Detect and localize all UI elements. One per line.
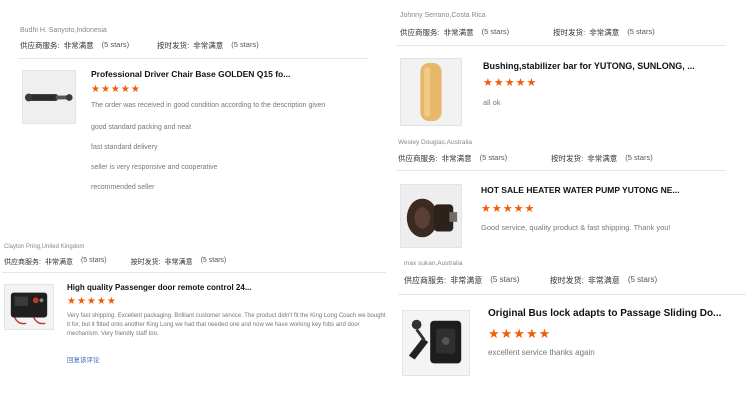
- rating-stars: ★★★★★: [488, 326, 552, 341]
- review-line-3: fast standard delivery: [91, 144, 158, 151]
- shipping-value: 非常满意: [587, 276, 620, 285]
- divider: [18, 58, 368, 59]
- supplier-service-stars: (5 stars): [481, 27, 510, 36]
- water-pump-icon: [401, 185, 461, 247]
- supplier-service-stars: (5 stars): [80, 257, 107, 264]
- divider: [396, 45, 726, 46]
- product-title-link[interactable]: Professional Driver Chair Base GOLDEN Q1…: [91, 69, 341, 79]
- door-lock-icon: [403, 311, 469, 375]
- ratings-row: 供应商服务: 非常满意 (5 stars) 按时发货: 非常满意 (5 star…: [404, 275, 657, 286]
- supplier-service-value: 非常满意: [44, 259, 73, 266]
- supplier-service-stars: (5 stars): [101, 40, 130, 49]
- bushing-icon: [401, 59, 461, 125]
- supplier-service-value: 非常满意: [450, 276, 483, 285]
- ratings-row: 供应商服务: 非常满意 (5 stars) 按时发货: 非常满意 (5 star…: [398, 153, 653, 164]
- review-card-3: Johnny Serrano,Costa Rica 供应商服务: 非常满意 (5…: [392, 0, 750, 135]
- rating-stars: ★★★★★: [91, 84, 141, 95]
- review-text: all ok: [483, 98, 501, 107]
- reviewer-name: Johnny Serrano,Costa Rica: [400, 12, 486, 19]
- reviewer-name: Wesley Douglas,Australia: [398, 139, 472, 146]
- shipping-stars: (5 stars): [627, 275, 658, 284]
- shipping-label: 按时发货:: [130, 259, 161, 266]
- shipping-value: 非常满意: [164, 259, 193, 266]
- rating-stars: ★★★★★: [67, 296, 117, 307]
- product-thumbnail[interactable]: [22, 70, 76, 124]
- review-card-5: max sukan,Australia 供应商服务: 非常满意 (5 stars…: [396, 258, 750, 400]
- supplier-service-value: 非常满意: [443, 28, 474, 37]
- shipping-value: 非常满意: [193, 41, 224, 50]
- review-line-5: recommended seller: [91, 184, 155, 191]
- divider: [2, 272, 386, 273]
- rating-stars: ★★★★★: [483, 77, 538, 89]
- supplier-service-label: 供应商服务:: [404, 276, 447, 285]
- reviewer-name: Clayton Pring,United Kingdom: [4, 244, 85, 250]
- rating-stars: ★★★★★: [481, 203, 536, 215]
- shipping-value: 非常满意: [589, 28, 620, 37]
- review-card-1: Budhi H. Sanyoto,Indonesia 供应商服务: 非常满意 (…: [0, 0, 372, 236]
- review-text: excellent service thanks again: [488, 348, 595, 357]
- divider: [396, 170, 726, 171]
- review-line-4: seller is very responsive and cooperativ…: [91, 164, 218, 171]
- shipping-value: 非常满意: [587, 154, 618, 163]
- product-title-link[interactable]: Original Bus lock adapts to Passage Slid…: [488, 308, 738, 319]
- product-title-link[interactable]: High quality Passenger door remote contr…: [67, 283, 307, 292]
- product-title-link[interactable]: HOT SALE HEATER WATER PUMP YUTONG NE...: [481, 185, 711, 195]
- reviewer-name: max sukan,Australia: [404, 260, 463, 267]
- review-text: Good service, quality product & fast shi…: [481, 223, 671, 232]
- ratings-row: 供应商服务: 非常满意 (5 stars) 按时发货: 非常满意 (5 star…: [4, 257, 226, 267]
- shipping-label: 按时发货:: [157, 41, 190, 50]
- divider: [398, 294, 746, 295]
- product-thumbnail[interactable]: [4, 284, 54, 330]
- product-title-link[interactable]: Bushing,stabilizer bar for YUTONG, SUNLO…: [483, 61, 713, 71]
- shipping-label: 按时发货:: [549, 276, 584, 285]
- review-line-1: The order was received in good condition…: [91, 102, 326, 109]
- supplier-service-label: 供应商服务:: [398, 154, 438, 163]
- shock-absorber-icon: [23, 71, 75, 123]
- ratings-row: 供应商服务: 非常满意 (5 stars) 按时发货: 非常满意 (5 star…: [20, 40, 259, 51]
- review-card-4: Wesley Douglas,Australia 供应商服务: 非常满意 (5 …: [392, 136, 750, 256]
- ratings-row: 供应商服务: 非常满意 (5 stars) 按时发货: 非常满意 (5 star…: [400, 27, 655, 38]
- review-text: Very fast shipping. Excellent packaging.…: [67, 313, 386, 337]
- review-card-2: Clayton Pring,United Kingdom 供应商服务: 非常满意…: [0, 240, 390, 400]
- shipping-label: 按时发货:: [553, 28, 586, 37]
- supplier-service-value: 非常满意: [63, 41, 94, 50]
- shipping-stars: (5 stars): [200, 257, 227, 264]
- product-thumbnail[interactable]: [400, 184, 462, 248]
- shipping-label: 按时发货:: [551, 154, 584, 163]
- review-line-2: good standard packing and neat: [91, 124, 192, 131]
- reviewer-name: Budhi H. Sanyoto,Indonesia: [20, 27, 107, 34]
- reply-link[interactable]: 回复该评论: [67, 354, 100, 364]
- shipping-stars: (5 stars): [627, 27, 655, 36]
- remote-control-box-icon: [5, 285, 53, 329]
- shipping-stars: (5 stars): [231, 40, 259, 49]
- supplier-service-stars: (5 stars): [479, 153, 508, 162]
- product-thumbnail[interactable]: [402, 310, 470, 376]
- product-thumbnail[interactable]: [400, 58, 462, 126]
- supplier-service-label: 供应商服务:: [20, 41, 60, 50]
- supplier-service-stars: (5 stars): [490, 275, 520, 284]
- supplier-service-label: 供应商服务:: [4, 259, 41, 266]
- shipping-stars: (5 stars): [625, 153, 653, 162]
- supplier-service-label: 供应商服务:: [400, 28, 440, 37]
- supplier-service-value: 非常满意: [441, 154, 472, 163]
